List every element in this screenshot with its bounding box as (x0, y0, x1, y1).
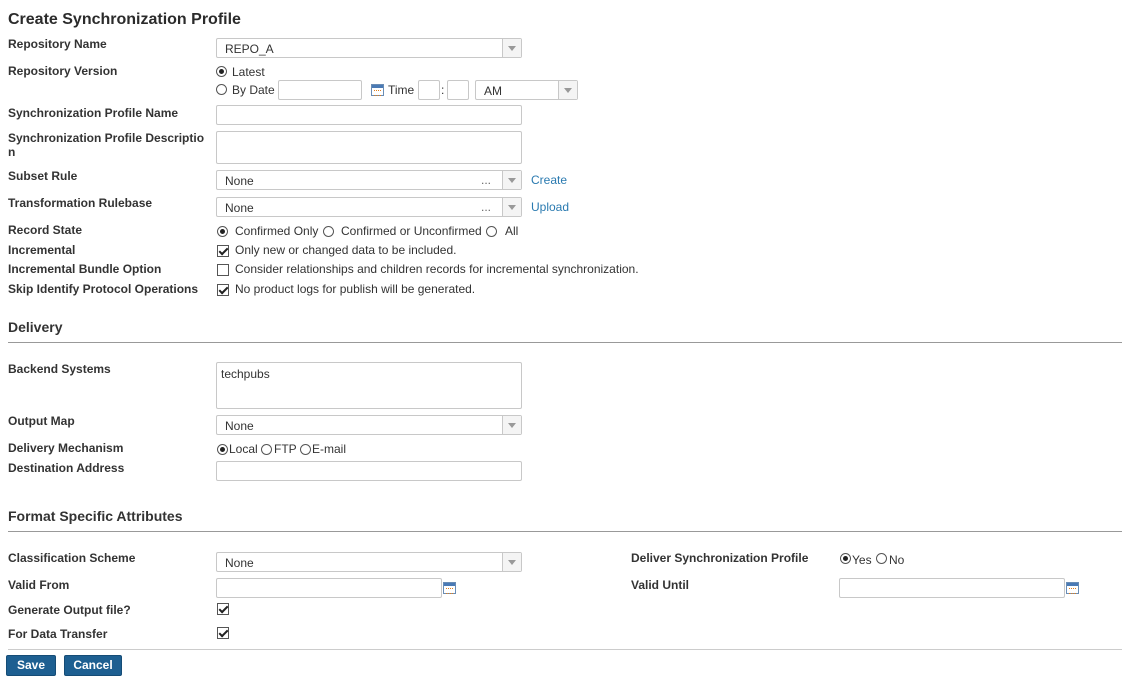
transformation-rulebase-value: None (225, 201, 254, 215)
delivery-local-radio[interactable] (217, 444, 228, 455)
record-state-option-label: Confirmed Only (235, 224, 319, 238)
time-minute-input[interactable] (447, 80, 469, 100)
repository-name-label: Repository Name (8, 37, 107, 51)
classification-scheme-label: Classification Scheme (8, 551, 136, 565)
output-map-label: Output Map (8, 414, 75, 428)
subset-rule-select[interactable]: None ... (216, 170, 522, 190)
sync-profile-name-label: Synchronization Profile Name (8, 106, 179, 120)
skip-identify-checkbox[interactable] (217, 284, 229, 296)
record-state-all-radio[interactable] (486, 226, 497, 237)
generate-output-checkbox[interactable] (217, 603, 229, 615)
deliver-yes-radio[interactable] (840, 553, 851, 564)
more-icon: ... (480, 173, 491, 187)
skip-identify-label: Skip Identify Protocol Operations (8, 282, 199, 296)
delivery-option-label: FTP (274, 442, 297, 456)
sync-profile-desc-label: Synchronization Profile Descriptio (8, 131, 205, 145)
output-map-value: None (225, 419, 254, 433)
time-hour-input[interactable] (418, 80, 440, 100)
time-separator: : (441, 83, 445, 97)
footer-divider (8, 649, 1122, 650)
more-icon: ... (480, 200, 491, 214)
time-label: Time (388, 83, 415, 97)
incremental-label: Incremental (8, 243, 76, 257)
chevron-down-icon (502, 416, 521, 434)
delivery-option-label: E-mail (312, 442, 347, 456)
cancel-button[interactable]: Cancel (64, 655, 122, 676)
sync-profile-name-input[interactable] (216, 105, 522, 125)
delivery-ftp-radio[interactable] (261, 444, 272, 455)
chevron-down-icon (502, 39, 521, 57)
deliver-option-label: No (889, 553, 905, 567)
chevron-down-icon (502, 171, 521, 189)
save-button[interactable]: Save (6, 655, 56, 676)
section-divider (8, 531, 1122, 532)
sync-profile-desc-label-wrap: n (8, 145, 16, 159)
chevron-down-icon (502, 198, 521, 216)
incremental-checkbox[interactable] (217, 245, 229, 257)
calendar-icon[interactable] (371, 84, 384, 96)
record-state-option-label: All (505, 224, 519, 238)
delivery-section-title: Delivery (8, 319, 63, 335)
record-state-confirmed-or-unconfirmed-radio[interactable] (323, 226, 334, 237)
valid-until-label: Valid Until (631, 578, 690, 592)
sync-profile-desc-textarea[interactable] (216, 131, 522, 164)
destination-address-input[interactable] (216, 461, 522, 481)
repository-version-label: Repository Version (8, 64, 118, 78)
deliver-no-radio[interactable] (876, 553, 887, 564)
incremental-text: Only new or changed data to be included. (235, 243, 457, 257)
subset-rule-create-link[interactable]: Create (531, 173, 567, 187)
version-latest-radio[interactable] (216, 66, 227, 77)
page-title: Create Synchronization Profile (8, 11, 241, 28)
for-data-transfer-checkbox[interactable] (217, 627, 229, 639)
incremental-bundle-label: Incremental Bundle Option (8, 262, 162, 276)
classification-scheme-select[interactable]: None (216, 552, 522, 572)
subset-rule-label: Subset Rule (8, 169, 78, 183)
transformation-rulebase-select[interactable]: None ... (216, 197, 522, 217)
transformation-rulebase-label: Transformation Rulebase (8, 196, 153, 210)
valid-from-input[interactable] (216, 578, 442, 598)
delivery-option-label: Local (229, 442, 258, 456)
backend-systems-label: Backend Systems (8, 362, 111, 376)
skip-identify-text: No product logs for publish will be gene… (235, 282, 476, 296)
record-state-label: Record State (8, 223, 83, 237)
deliver-option-label: Yes (852, 553, 872, 567)
calendar-icon[interactable] (443, 582, 456, 594)
format-section-title: Format Specific Attributes (8, 508, 183, 524)
deliver-sync-profile-label: Deliver Synchronization Profile (631, 551, 809, 565)
chevron-down-icon (558, 81, 577, 99)
section-divider (8, 342, 1122, 343)
version-latest-label: Latest (232, 65, 265, 79)
version-by-date-radio[interactable] (216, 84, 227, 95)
record-state-option-label: Confirmed or Unconfirmed (341, 224, 482, 238)
version-date-input[interactable] (278, 80, 362, 100)
repository-name-value: REPO_A (225, 42, 274, 56)
for-data-transfer-label: For Data Transfer (8, 627, 108, 641)
delivery-mechanism-label: Delivery Mechanism (8, 441, 124, 455)
valid-from-label: Valid From (8, 578, 70, 592)
backend-systems-list[interactable]: techpubs (216, 362, 522, 409)
output-map-select[interactable]: None (216, 415, 522, 435)
destination-address-label: Destination Address (8, 461, 125, 475)
backend-system-item[interactable]: techpubs (221, 367, 270, 381)
incremental-bundle-text: Consider relationships and children reco… (235, 262, 639, 276)
calendar-icon[interactable] (1066, 582, 1079, 594)
repository-name-select[interactable]: REPO_A (216, 38, 522, 58)
transformation-upload-link[interactable]: Upload (531, 200, 569, 214)
ampm-select[interactable]: AM (475, 80, 578, 100)
generate-output-label: Generate Output file? (8, 603, 131, 617)
chevron-down-icon (502, 553, 521, 571)
incremental-bundle-checkbox[interactable] (217, 264, 229, 276)
subset-rule-value: None (225, 174, 254, 188)
version-by-date-label: By Date (232, 83, 275, 97)
record-state-confirmed-only-radio[interactable] (217, 226, 228, 237)
classification-scheme-value: None (225, 556, 254, 570)
delivery-email-radio[interactable] (300, 444, 311, 455)
ampm-value: AM (484, 84, 502, 98)
valid-until-input[interactable] (839, 578, 1065, 598)
